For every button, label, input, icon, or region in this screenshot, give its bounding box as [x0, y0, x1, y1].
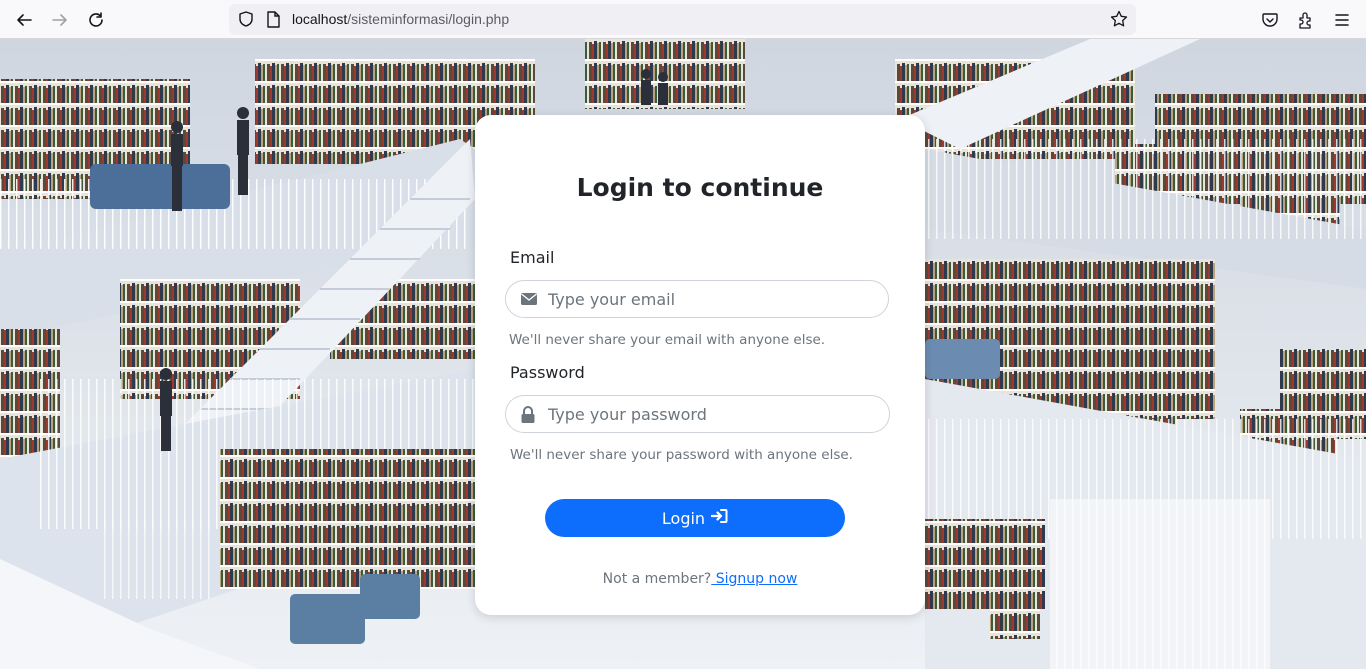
url-path: /sisteminformasi/login.php	[347, 11, 510, 27]
email-input[interactable]	[548, 287, 868, 311]
email-label: Email	[510, 248, 555, 267]
forward-icon[interactable]	[48, 8, 72, 32]
url-text[interactable]: localhost/sisteminformasi/login.php	[292, 11, 509, 27]
signup-link[interactable]: Signup now	[711, 571, 798, 587]
email-field[interactable]	[505, 280, 889, 318]
email-hint: We'll never share your email with anyone…	[509, 332, 826, 348]
login-button[interactable]: Login	[545, 499, 845, 537]
signup-line: Not a member? Signup now	[475, 571, 925, 587]
envelope-icon	[520, 291, 538, 309]
star-icon[interactable]	[1110, 10, 1128, 32]
browser-toolbar: localhost/sisteminformasi/login.php	[0, 0, 1366, 39]
lock-icon	[520, 406, 538, 424]
password-hint: We'll never share your password with any…	[510, 447, 853, 463]
reload-icon[interactable]	[84, 8, 108, 32]
url-host: localhost	[292, 11, 348, 27]
extensions-icon[interactable]	[1294, 8, 1318, 32]
menu-icon[interactable]	[1330, 8, 1354, 32]
url-bar[interactable]: localhost/sisteminformasi/login.php	[229, 4, 1136, 35]
shield-icon[interactable]	[237, 10, 255, 32]
password-label: Password	[510, 363, 585, 382]
password-field[interactable]	[505, 395, 890, 433]
page-icon[interactable]	[266, 11, 280, 32]
back-icon[interactable]	[12, 8, 36, 32]
login-button-label: Login	[661, 508, 706, 528]
password-input[interactable]	[548, 402, 868, 426]
signup-prompt: Not a member?	[602, 571, 712, 587]
login-title: Login to continue	[576, 173, 824, 202]
sign-in-icon	[710, 508, 728, 528]
login-card: Login to continue Email We'll never shar…	[475, 115, 925, 615]
pocket-icon[interactable]	[1258, 8, 1282, 32]
